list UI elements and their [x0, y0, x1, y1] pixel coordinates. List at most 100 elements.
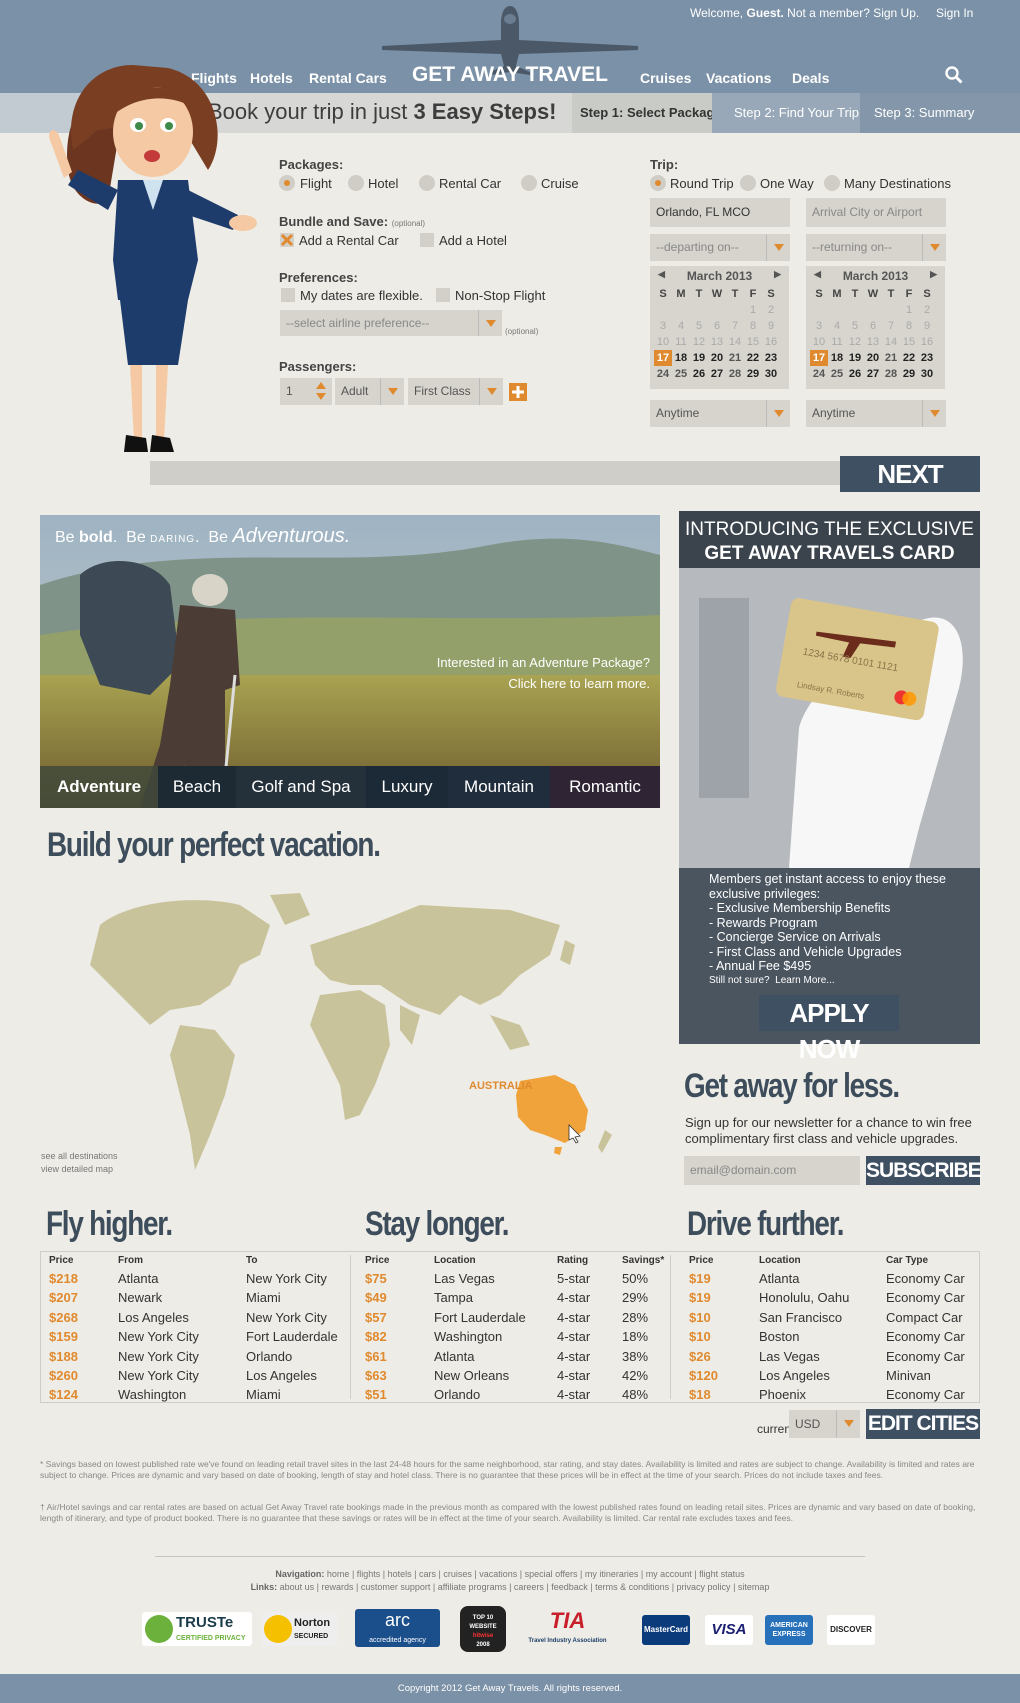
calendar-day[interactable]: 12: [690, 334, 708, 350]
table-cell[interactable]: Fort Lauderdale: [434, 1308, 526, 1327]
checkbox[interactable]: [436, 288, 450, 302]
table-cell[interactable]: $10: [689, 1327, 718, 1346]
visa-badge[interactable]: VISA: [705, 1615, 753, 1645]
table-cell[interactable]: Miami: [246, 1385, 338, 1404]
table-cell[interactable]: Economy Car: [886, 1347, 965, 1366]
table-cell[interactable]: Economy Car: [886, 1327, 965, 1346]
table-cell[interactable]: 50%: [622, 1269, 664, 1288]
calendar-day[interactable]: 16: [918, 334, 936, 350]
table-cell[interactable]: Compact Car: [886, 1308, 965, 1327]
calendar-day[interactable]: 13: [864, 334, 882, 350]
footer-link[interactable]: privacy policy: [677, 1582, 731, 1592]
calendar-day[interactable]: 2: [762, 302, 780, 318]
calendar-day[interactable]: 17: [654, 350, 672, 366]
radio[interactable]: [348, 175, 364, 191]
footer-link[interactable]: flight status: [699, 1569, 745, 1579]
calendar-day[interactable]: 9: [762, 318, 780, 334]
nav-rental-cars[interactable]: Rental Cars: [309, 70, 387, 86]
table-cell[interactable]: 5-star: [557, 1269, 590, 1288]
table-cell[interactable]: $19: [689, 1288, 718, 1307]
calendar-day[interactable]: 4: [828, 318, 846, 334]
calendar-day[interactable]: 8: [744, 318, 762, 334]
table-cell[interactable]: $120: [689, 1366, 718, 1385]
add-passenger-icon[interactable]: [509, 383, 527, 401]
calendar-day[interactable]: 20: [708, 350, 726, 366]
table-cell[interactable]: Economy Car: [886, 1269, 965, 1288]
email-input[interactable]: email@domain.com: [684, 1156, 860, 1185]
calendar-day[interactable]: 5: [690, 318, 708, 334]
table-cell[interactable]: $57: [365, 1308, 389, 1327]
footer-link[interactable]: my account: [646, 1569, 692, 1579]
table-cell[interactable]: $218: [49, 1269, 78, 1288]
tab-luxury[interactable]: Luxury: [366, 766, 448, 808]
trip-one-way[interactable]: [740, 175, 756, 196]
calendar-day[interactable]: 26: [690, 366, 708, 382]
footer-link[interactable]: feedback: [551, 1582, 588, 1592]
cabin-class-select[interactable]: First Class: [408, 378, 503, 405]
next-month-icon[interactable]: ▶: [930, 269, 937, 280]
calendar-day[interactable]: 25: [672, 366, 690, 382]
subscribe-button[interactable]: SUBSCRIBE: [866, 1156, 982, 1185]
table-cell[interactable]: Newark: [118, 1288, 199, 1307]
calendar-day[interactable]: 1: [744, 302, 762, 318]
truste-badge[interactable]: TRUSTe CERTIFIED PRIVACY: [142, 1612, 252, 1646]
table-cell[interactable]: Orlando: [434, 1385, 526, 1404]
table-cell[interactable]: 4-star: [557, 1366, 590, 1385]
radio-selected[interactable]: [650, 175, 666, 191]
table-cell[interactable]: $260: [49, 1366, 78, 1385]
currency-select[interactable]: USD: [789, 1410, 860, 1438]
table-cell[interactable]: 4-star: [557, 1288, 590, 1307]
calendar-day[interactable]: 3: [810, 318, 828, 334]
table-cell[interactable]: Economy Car: [886, 1385, 965, 1404]
table-cell[interactable]: Phoenix: [759, 1385, 849, 1404]
hotel-price-column[interactable]: Price $75 $49 $57 $82 $61 $63 $51: [365, 1254, 389, 1405]
radio[interactable]: [521, 175, 537, 191]
calendar-day[interactable]: 5: [846, 318, 864, 334]
tab-romantic[interactable]: Romantic: [550, 766, 660, 808]
table-cell[interactable]: New York City: [118, 1347, 199, 1366]
calendar-day[interactable]: 3: [654, 318, 672, 334]
table-cell[interactable]: Honolulu, Oahu: [759, 1288, 849, 1307]
departure-calendar[interactable]: ◀ March 2013 ▶ S M T W T F S 1 2 3 4 5 6 7 8 9 10 11 12 13 14 1…: [650, 266, 789, 389]
calendar-day[interactable]: 25: [828, 366, 846, 382]
calendar-day[interactable]: 29: [900, 366, 918, 382]
hotel-location-column[interactable]: Location Las Vegas Tampa Fort Lauderdale Was…: [434, 1254, 526, 1405]
departing-date-select[interactable]: --departing on--: [650, 234, 790, 261]
table-cell[interactable]: $207: [49, 1288, 78, 1307]
trip-round-trip[interactable]: [650, 175, 666, 196]
calendar-day[interactable]: 13: [708, 334, 726, 350]
arrival-city-input[interactable]: Arrival City or Airport: [806, 198, 946, 227]
adventure-promo-link[interactable]: Interested in an Adventure Package? Click…: [400, 652, 650, 694]
tab-adventure[interactable]: Adventure: [40, 766, 158, 808]
footer-link[interactable]: terms & conditions: [595, 1582, 669, 1592]
table-cell[interactable]: New York City: [118, 1366, 199, 1385]
table-cell[interactable]: 4-star: [557, 1308, 590, 1327]
table-cell[interactable]: $124: [49, 1385, 78, 1404]
view-detailed-map-link[interactable]: view detailed map: [41, 1163, 118, 1176]
calendar-day[interactable]: 18: [828, 350, 846, 366]
package-rental-car[interactable]: [419, 175, 435, 196]
calendar-day[interactable]: 10: [654, 334, 672, 350]
table-cell[interactable]: $63: [365, 1366, 389, 1385]
footer-link[interactable]: affiliate programs: [438, 1582, 507, 1592]
nav-vacations[interactable]: Vacations: [706, 70, 771, 86]
calendar-day[interactable]: 15: [744, 334, 762, 350]
table-cell[interactable]: $19: [689, 1269, 718, 1288]
edit-cities-button[interactable]: EDIT CITIES: [866, 1409, 980, 1439]
mastercard-badge[interactable]: MasterCard: [642, 1615, 690, 1645]
footer-link[interactable]: sitemap: [738, 1582, 770, 1592]
table-cell[interactable]: Las Vegas: [759, 1347, 849, 1366]
step-2-find-trip[interactable]: Step 2: Find Your Trip: [712, 93, 860, 133]
footer-link[interactable]: home: [327, 1569, 350, 1579]
table-cell[interactable]: $26: [689, 1347, 718, 1366]
calendar-day[interactable]: 24: [654, 366, 672, 382]
step-3-summary[interactable]: Step 3: Summary: [860, 93, 1020, 133]
flight-to-column[interactable]: To New York City Miami New York City Fort La…: [246, 1254, 338, 1405]
prev-month-icon[interactable]: ◀: [814, 269, 821, 280]
table-cell[interactable]: New York City: [246, 1269, 338, 1288]
checkbox[interactable]: [420, 233, 434, 247]
table-cell[interactable]: San Francisco: [759, 1308, 849, 1327]
returning-date-select[interactable]: --returning on--: [806, 234, 946, 261]
checkbox[interactable]: [281, 288, 295, 302]
calendar-day[interactable]: 7: [882, 318, 900, 334]
